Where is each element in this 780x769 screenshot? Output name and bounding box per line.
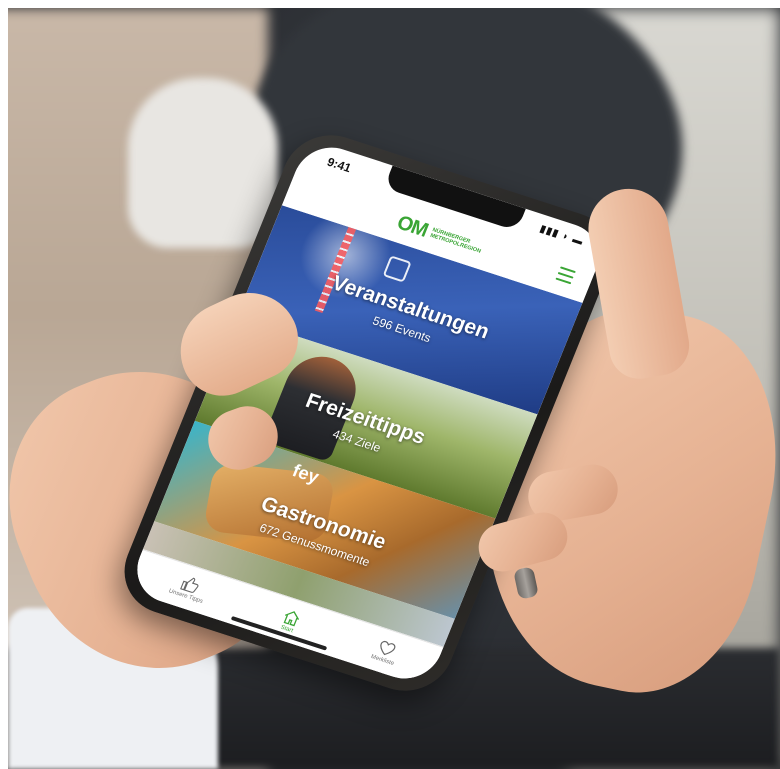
background-sneaker xyxy=(128,78,278,248)
logo-text: NÜRNBERGER METROPOLREGION xyxy=(429,227,484,254)
tab-unsere-tipps[interactable]: Unsere Tipps xyxy=(168,572,211,605)
tab-merkliste[interactable]: Merkliste xyxy=(370,637,402,667)
photo-scene: 9:41 ▮▮▮ ◗ ▬ OM NÜRNBERGER METROPOLREGIO… xyxy=(8,8,780,769)
status-icons: ▮▮▮ ◗ ▬ xyxy=(538,223,586,248)
hamburger-menu-icon[interactable] xyxy=(555,266,576,285)
status-time: 9:41 xyxy=(325,154,354,176)
logo-mark: OM xyxy=(393,211,431,241)
